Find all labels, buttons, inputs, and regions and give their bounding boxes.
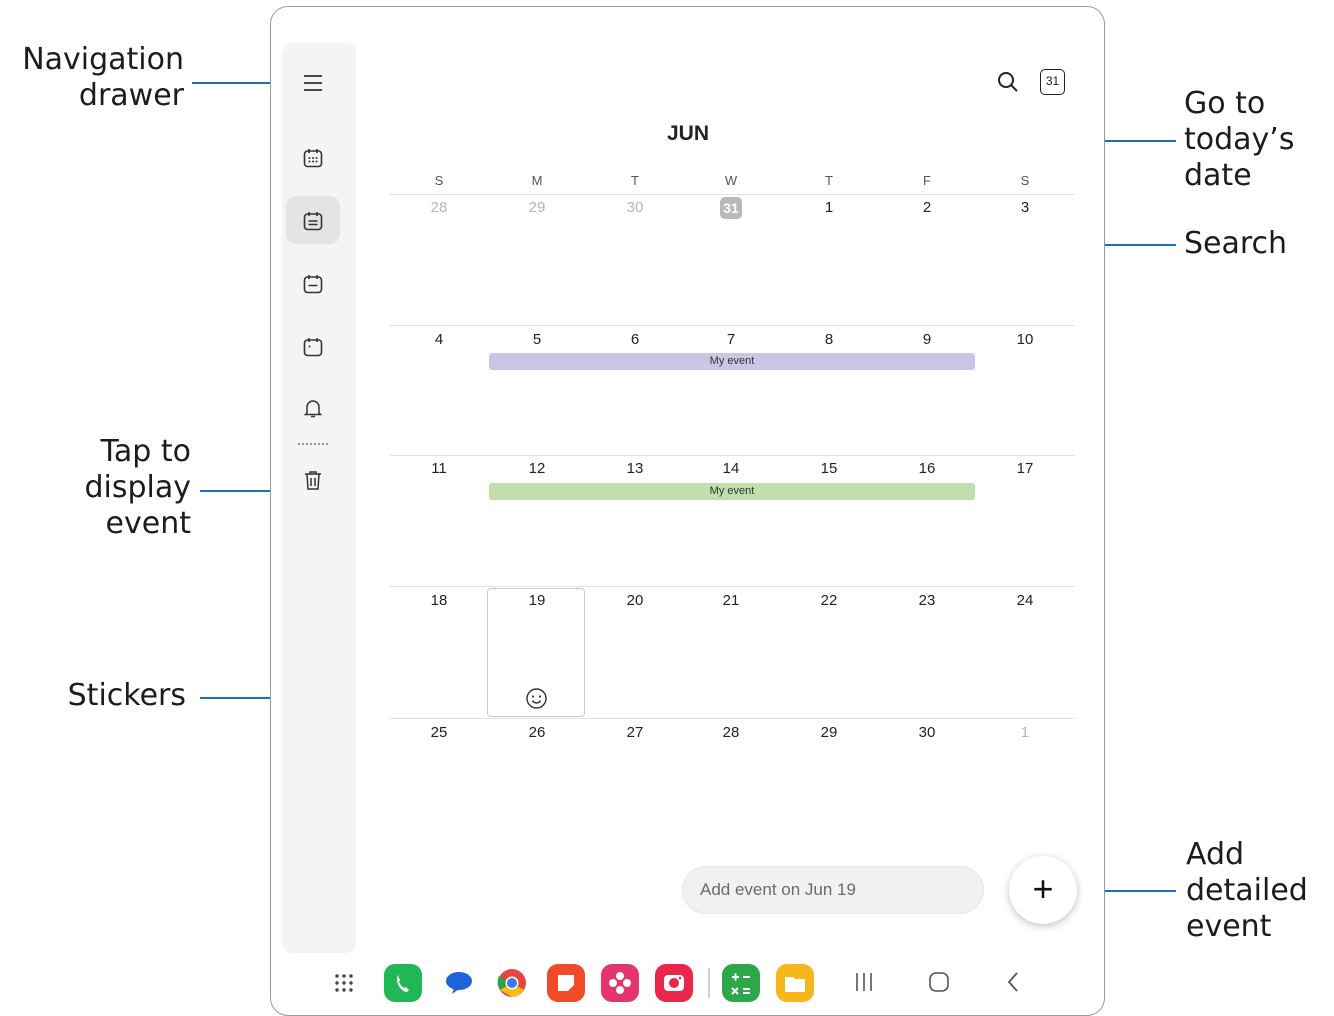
samsung-notes-icon[interactable]: [547, 964, 585, 1002]
day-cell[interactable]: 3: [976, 199, 1074, 216]
calculator-icon[interactable]: [722, 964, 760, 1002]
day-cell[interactable]: 29: [780, 724, 878, 741]
my-files-icon[interactable]: [776, 964, 814, 1002]
tablet-frame: [270, 6, 1105, 1016]
weekday-label: S: [1020, 173, 1030, 188]
day-cell[interactable]: 9: [878, 331, 976, 348]
weekday-label: T: [825, 173, 833, 188]
dock-divider: [708, 968, 710, 998]
home-icon[interactable]: [927, 969, 951, 995]
day-cell[interactable]: 21: [682, 592, 780, 609]
callout-navigation-drawer: Navigation drawer: [22, 42, 184, 113]
gallery-icon[interactable]: [601, 964, 639, 1002]
event-bar[interactable]: My event: [489, 483, 975, 500]
day-cell[interactable]: 23: [878, 592, 976, 609]
day-view-icon[interactable]: [302, 336, 324, 358]
chrome-icon[interactable]: [493, 964, 531, 1002]
back-icon[interactable]: [1003, 969, 1023, 995]
day-cell[interactable]: 18: [390, 592, 488, 609]
trash-icon[interactable]: [302, 469, 324, 491]
day-cell[interactable]: 6: [586, 331, 684, 348]
callout-stickers: Stickers: [67, 678, 186, 713]
menu-icon[interactable]: [302, 72, 324, 94]
day-cell[interactable]: 30: [878, 724, 976, 741]
search-icon[interactable]: [996, 70, 1020, 94]
week-divider: [390, 586, 1075, 587]
callout-add-detailed-event: Add detailed event: [1186, 837, 1308, 944]
day-cell[interactable]: 28: [682, 724, 780, 741]
day-cell[interactable]: 16: [878, 460, 976, 477]
apps-grid-icon[interactable]: [333, 972, 355, 994]
weekday-label: T: [631, 173, 639, 188]
day-cell[interactable]: 20: [586, 592, 684, 609]
day-cell[interactable]: 24: [976, 592, 1074, 609]
month-title: JUN: [666, 122, 709, 145]
callout-go-to-today: Go to today’s date: [1184, 86, 1295, 193]
day-cell[interactable]: 25: [390, 724, 488, 741]
day-cell[interactable]: 1: [976, 724, 1074, 741]
day-cell[interactable]: 8: [780, 331, 878, 348]
event-bar[interactable]: My event: [489, 353, 975, 370]
camera-icon[interactable]: [655, 964, 693, 1002]
callout-search: Search: [1184, 226, 1288, 261]
week-divider: [390, 718, 1075, 719]
day-cell[interactable]: 10: [976, 331, 1074, 348]
sticker-smiley-icon[interactable]: [525, 687, 548, 710]
phone-icon[interactable]: [384, 964, 422, 1002]
quick-add-event-input[interactable]: Add event on Jun 19: [682, 866, 984, 914]
day-cell[interactable]: 13: [586, 460, 684, 477]
month-view-icon[interactable]: [302, 210, 324, 232]
day-cell[interactable]: 2: [878, 199, 976, 216]
day-cell[interactable]: 17: [976, 460, 1074, 477]
day-cell[interactable]: 30: [586, 199, 684, 216]
weekday-label: F: [923, 173, 931, 188]
today-date-button[interactable]: 31: [1040, 69, 1065, 95]
week-divider: [390, 194, 1075, 195]
reminder-bell-icon[interactable]: [302, 397, 324, 419]
day-cell[interactable]: 4: [390, 331, 488, 348]
weekday-label: S: [434, 173, 444, 188]
callout-tap-to-display-event: Tap to display event: [84, 434, 191, 541]
today-marker[interactable]: 31: [720, 197, 742, 219]
day-cell[interactable]: 19: [488, 592, 586, 609]
day-cell[interactable]: 5: [488, 331, 586, 348]
rail-divider: [298, 443, 328, 445]
week-divider: [390, 455, 1075, 456]
day-cell[interactable]: 14: [682, 460, 780, 477]
day-cell[interactable]: 11: [390, 460, 488, 477]
day-cell[interactable]: 12: [488, 460, 586, 477]
day-cell[interactable]: 29: [488, 199, 586, 216]
navigation-rail: [282, 43, 356, 953]
add-event-button[interactable]: +: [1009, 856, 1077, 924]
day-cell[interactable]: 22: [780, 592, 878, 609]
year-view-icon[interactable]: [302, 147, 324, 169]
day-cell[interactable]: 28: [390, 199, 488, 216]
weekday-label: M: [531, 173, 543, 188]
week-view-icon[interactable]: [302, 273, 324, 295]
week-divider: [390, 325, 1075, 326]
messages-icon[interactable]: [440, 964, 478, 1002]
day-cell[interactable]: 26: [488, 724, 586, 741]
recents-icon[interactable]: [853, 969, 875, 995]
weekday-label: W: [724, 173, 738, 188]
day-cell[interactable]: 27: [586, 724, 684, 741]
day-cell[interactable]: 7: [682, 331, 780, 348]
day-cell[interactable]: 15: [780, 460, 878, 477]
day-cell[interactable]: 1: [780, 199, 878, 216]
